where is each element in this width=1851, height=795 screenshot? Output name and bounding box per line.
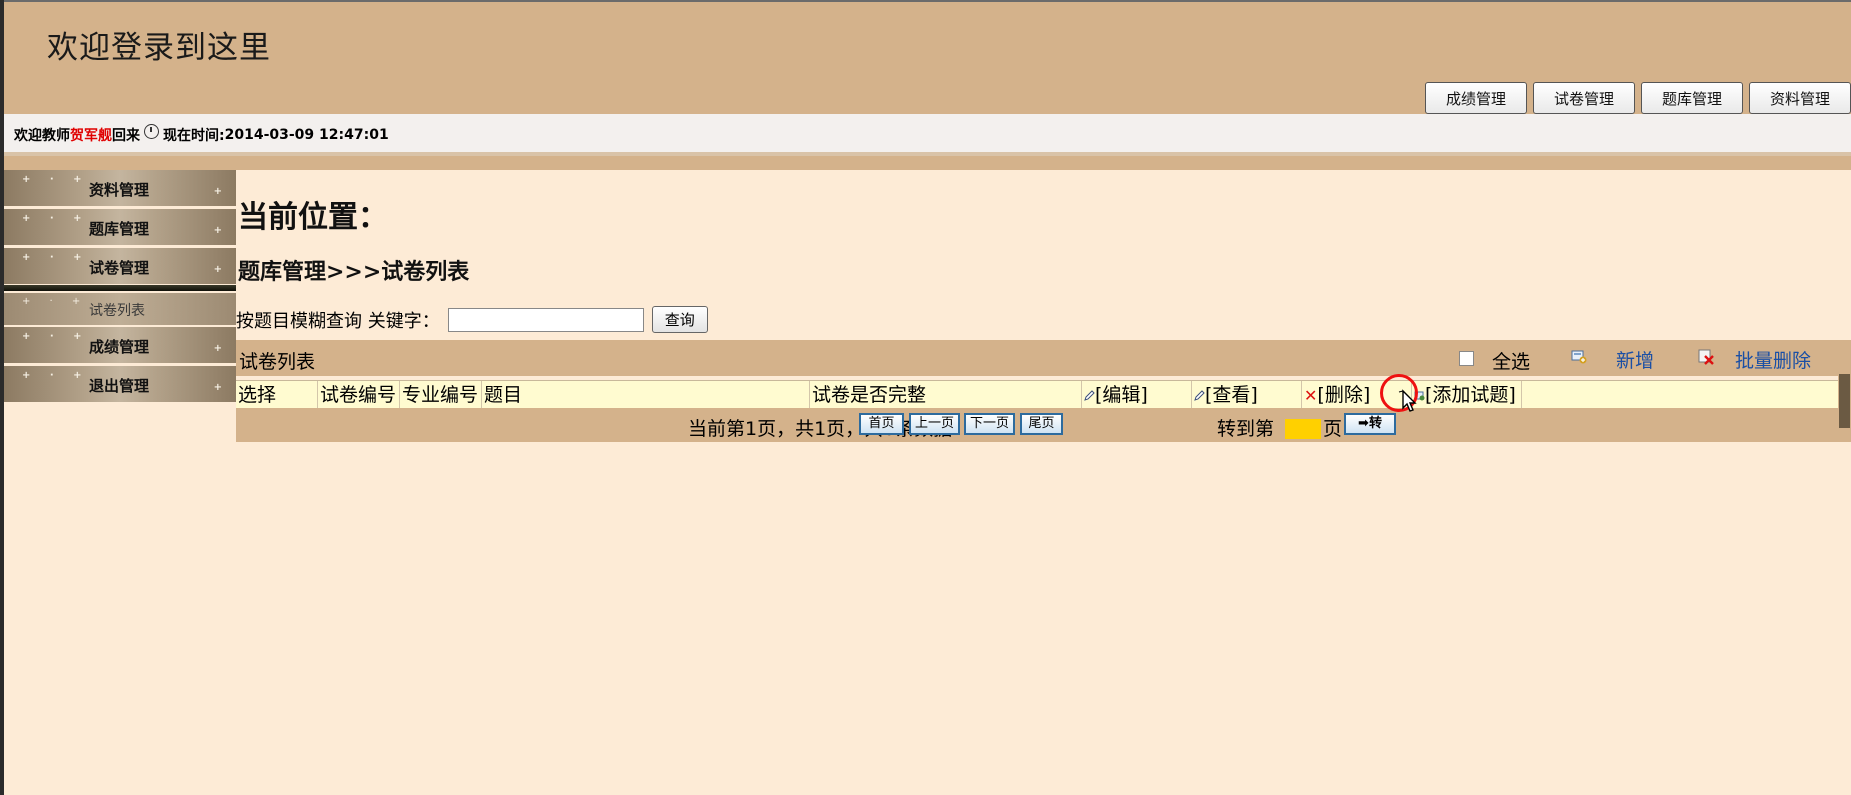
select-all-checkbox[interactable] xyxy=(1459,351,1474,366)
add-icon[interactable] xyxy=(1571,350,1587,364)
sidebar-item-logout[interactable]: 退出管理 xyxy=(4,366,236,402)
first-page-button[interactable]: 首页 xyxy=(859,413,904,435)
sidebar-item-question-bank[interactable]: 题库管理 xyxy=(4,209,236,245)
sidebar: 资料管理 题库管理 试卷管理 试卷列表 成绩管理 退出管理 xyxy=(4,170,236,405)
sidebar-item-label: 试卷列表 xyxy=(89,303,145,319)
view-link[interactable]: [查看] xyxy=(1205,384,1258,406)
add-link[interactable]: 新增 xyxy=(1616,346,1654,373)
site-header: 欢迎登录到这里 成绩管理 试卷管理 题库管理 资料管理 xyxy=(4,2,1851,114)
location-title: 当前位置： xyxy=(238,200,388,235)
sidebar-item-label: 成绩管理 xyxy=(89,338,150,356)
time-label: 现在时间: xyxy=(163,127,225,144)
prev-page-button[interactable]: 上一页 xyxy=(909,413,960,435)
sidebar-item-papers[interactable]: 试卷管理 xyxy=(4,248,236,284)
welcome-suffix: 回来 xyxy=(112,127,140,144)
column-header-title: 题目 xyxy=(482,381,810,409)
next-page-button[interactable]: 下一页 xyxy=(964,413,1015,435)
column-header-select: 选择 xyxy=(236,381,318,409)
search-input[interactable] xyxy=(447,307,644,332)
column-header-paper-id: 试卷编号 xyxy=(318,381,400,409)
sidebar-item-label: 题库管理 xyxy=(89,220,150,238)
last-page-button[interactable]: 尾页 xyxy=(1020,413,1063,435)
goto-label: 转到第 xyxy=(1217,418,1275,440)
delete-x-icon: ✕ xyxy=(1304,386,1318,405)
sidebar-item-grades[interactable]: 成绩管理 xyxy=(4,327,236,363)
column-header-complete: 试卷是否完整 xyxy=(810,381,1082,409)
list-header: 试卷列表 全选 新增 批量删除 xyxy=(236,340,1851,376)
site-title: 欢迎登录到这里 xyxy=(47,30,271,66)
goto-page-input[interactable] xyxy=(1285,419,1321,439)
sidebar-subitem-paper-list[interactable]: 试卷列表 xyxy=(4,293,236,325)
topnav-grades-button[interactable]: 成绩管理 xyxy=(1425,82,1527,114)
edit-link[interactable]: [编辑] xyxy=(1095,384,1148,406)
search-button[interactable]: 查询 xyxy=(651,306,708,333)
table-header-row: 选择 试卷编号 专业编号 题目 试卷是否完整 [编辑] [查看] ✕[删除] [… xyxy=(236,380,1851,410)
go-button[interactable]: ➡转 xyxy=(1344,413,1396,435)
top-nav: 成绩管理 试卷管理 题库管理 资料管理 xyxy=(1425,82,1851,114)
search-row: 按题目模糊查询 关键字： 查询 xyxy=(236,306,708,333)
breadcrumb: 题库管理>>>试卷列表 xyxy=(238,259,470,285)
sidebar-item-label: 资料管理 xyxy=(89,181,150,199)
current-time: 2014-03-09 12:47:01 xyxy=(224,126,389,143)
welcome-bar: 欢迎教师 贺军舰 回来 现在时间: 2014-03-09 12:47:01 xyxy=(4,114,1851,152)
batch-delete-link[interactable]: 批量删除 xyxy=(1735,346,1811,373)
mouse-cursor-icon xyxy=(1398,389,1417,412)
welcome-message: 欢迎教师 贺军舰 回来 现在时间: 2014-03-09 12:47:01 xyxy=(14,124,389,145)
pager: 当前第1页，共1页，共0条数据 首页 上一页 下一页 尾页 转到第 页 ➡转 xyxy=(236,408,1851,442)
topnav-papers-button[interactable]: 试卷管理 xyxy=(1533,82,1635,114)
select-all-label: 全选 xyxy=(1492,351,1531,373)
sidebar-item-materials[interactable]: 资料管理 xyxy=(4,170,236,206)
clock-icon xyxy=(144,124,159,139)
header-strip xyxy=(4,156,1851,170)
edit-column[interactable]: [编辑] xyxy=(1082,381,1192,409)
teacher-name: 贺军舰 xyxy=(70,127,112,144)
sidebar-item-label: 退出管理 xyxy=(89,377,150,395)
add-question-link[interactable]: [添加试题] xyxy=(1425,384,1516,406)
page-suffix: 页 xyxy=(1323,418,1343,440)
delete-link[interactable]: [删除] xyxy=(1317,384,1370,406)
view-pencil-icon xyxy=(1194,390,1205,401)
welcome-prefix: 欢迎教师 xyxy=(14,127,70,144)
search-label: 按题目模糊查询 关键字： xyxy=(236,310,440,332)
sidebar-divider xyxy=(4,285,236,291)
scrollbar-thumb[interactable] xyxy=(1839,374,1850,428)
batch-delete-icon[interactable] xyxy=(1698,349,1715,365)
list-title: 试卷列表 xyxy=(239,351,316,373)
topnav-profile-button[interactable]: 资料管理 xyxy=(1749,82,1851,114)
view-column[interactable]: [查看] xyxy=(1192,381,1302,409)
column-header-major-id: 专业编号 xyxy=(400,381,482,409)
sidebar-item-label: 试卷管理 xyxy=(89,259,150,277)
topnav-question-bank-button[interactable]: 题库管理 xyxy=(1641,82,1743,114)
add-question-column[interactable]: [添加试题] xyxy=(1412,381,1522,409)
edit-pencil-icon xyxy=(1084,390,1095,401)
